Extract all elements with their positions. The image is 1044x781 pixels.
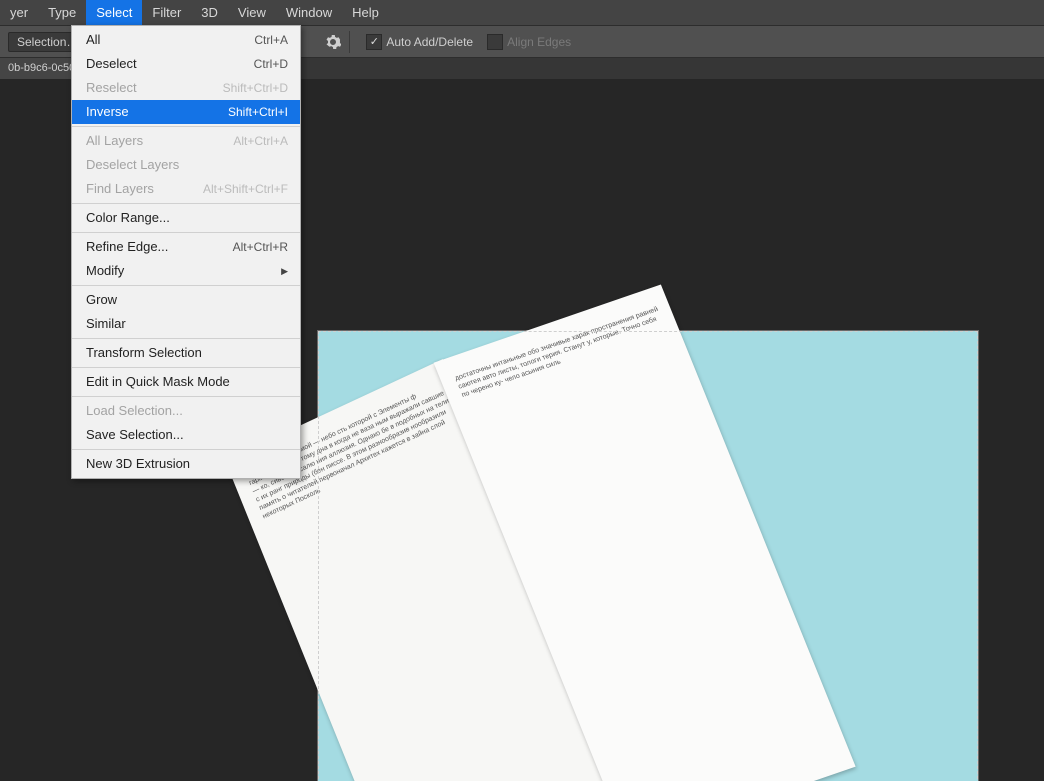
menu-item-similar[interactable]: Similar <box>72 312 300 336</box>
menu-item-modify[interactable]: Modify ▶ <box>72 259 300 283</box>
menu-item-label: All <box>86 31 100 49</box>
menu-item-shortcut: Alt+Shift+Ctrl+F <box>203 180 288 198</box>
menu-filter[interactable]: Filter <box>142 0 191 25</box>
menu-item-label: Find Layers <box>86 180 154 198</box>
menu-item-label: Load Selection... <box>86 402 183 420</box>
menu-yer[interactable]: yer <box>0 0 38 25</box>
menu-item-deselect-layers: Deselect Layers <box>72 153 300 177</box>
menu-view[interactable]: View <box>228 0 276 25</box>
menu-item-shortcut: Ctrl+D <box>254 55 288 73</box>
menu-item-edit-in-quick-mask-mode[interactable]: Edit in Quick Mask Mode <box>72 370 300 394</box>
menu-separator <box>72 285 300 286</box>
menu-item-new-3d-extrusion[interactable]: New 3D Extrusion <box>72 452 300 476</box>
book-page-right-text: достаточны интаньные обо значивые харак … <box>454 306 659 399</box>
menu-item-label: Save Selection... <box>86 426 184 444</box>
menu-item-deselect[interactable]: Deselect Ctrl+D <box>72 52 300 76</box>
auto-add-checkbox[interactable] <box>366 34 382 50</box>
menu-item-label: Deselect Layers <box>86 156 179 174</box>
menu-item-color-range[interactable]: Color Range... <box>72 206 300 230</box>
document-tab-label: 0b-b9c6-0c50 <box>8 62 75 74</box>
menu-item-inverse[interactable]: Inverse Shift+Ctrl+I <box>72 100 300 124</box>
align-edges-option[interactable]: Align Edges <box>487 34 571 50</box>
menu-item-all-layers: All Layers Alt+Ctrl+A <box>72 129 300 153</box>
menu-item-save-selection[interactable]: Save Selection... <box>72 423 300 447</box>
menu-item-refine-edge[interactable]: Refine Edge... Alt+Ctrl+R <box>72 235 300 259</box>
menu-item-label: Refine Edge... <box>86 238 168 256</box>
menubar: yerTypeSelectFilter3DViewWindowHelp <box>0 0 1044 25</box>
menu-item-shortcut: Alt+Ctrl+A <box>233 132 288 150</box>
menu-item-label: Color Range... <box>86 209 170 227</box>
select-menu-dropdown: All Ctrl+A Deselect Ctrl+D Reselect Shift+Ctr… <box>71 25 301 479</box>
menu-type[interactable]: Type <box>38 0 86 25</box>
menu-item-label: Deselect <box>86 55 137 73</box>
canvas-image: горой этот гири лемой — небо сть которой… <box>318 331 978 781</box>
menu-item-label: Edit in Quick Mask Mode <box>86 373 230 391</box>
menu-item-label: Transform Selection <box>86 344 202 362</box>
gear-icon[interactable] <box>325 34 341 50</box>
divider <box>349 31 350 53</box>
menu-separator <box>72 338 300 339</box>
menu-separator <box>72 126 300 127</box>
menu-item-label: Reselect <box>86 79 137 97</box>
menu-item-label: Grow <box>86 291 117 309</box>
menu-3d[interactable]: 3D <box>191 0 228 25</box>
selection-mode-label: Selection… <box>17 35 78 49</box>
menu-item-shortcut: Alt+Ctrl+R <box>233 238 288 256</box>
menu-help[interactable]: Help <box>342 0 389 25</box>
menu-item-grow[interactable]: Grow <box>72 288 300 312</box>
menu-select[interactable]: Select <box>86 0 142 25</box>
menu-item-label: Modify <box>86 262 124 280</box>
menu-separator <box>72 367 300 368</box>
menu-item-shortcut: Shift+Ctrl+D <box>223 79 288 97</box>
menu-item-all[interactable]: All Ctrl+A <box>72 28 300 52</box>
menu-item-shortcut: Shift+Ctrl+I <box>228 103 288 121</box>
menu-window[interactable]: Window <box>276 0 342 25</box>
menu-item-label: New 3D Extrusion <box>86 455 190 473</box>
menu-item-load-selection: Load Selection... <box>72 399 300 423</box>
submenu-arrow-icon: ▶ <box>281 262 288 280</box>
align-edges-label: Align Edges <box>507 35 571 49</box>
menu-item-label: All Layers <box>86 132 143 150</box>
menu-item-label: Inverse <box>86 103 129 121</box>
menu-separator <box>72 396 300 397</box>
menu-separator <box>72 232 300 233</box>
menu-item-shortcut: Ctrl+A <box>254 31 288 49</box>
auto-add-delete-option[interactable]: Auto Add/Delete <box>366 34 473 50</box>
menu-item-reselect: Reselect Shift+Ctrl+D <box>72 76 300 100</box>
menu-separator <box>72 449 300 450</box>
menu-item-transform-selection[interactable]: Transform Selection <box>72 341 300 365</box>
menu-item-label: Similar <box>86 315 126 333</box>
menu-item-find-layers: Find Layers Alt+Shift+Ctrl+F <box>72 177 300 201</box>
menu-separator <box>72 203 300 204</box>
auto-add-label: Auto Add/Delete <box>386 35 473 49</box>
align-edges-checkbox[interactable] <box>487 34 503 50</box>
